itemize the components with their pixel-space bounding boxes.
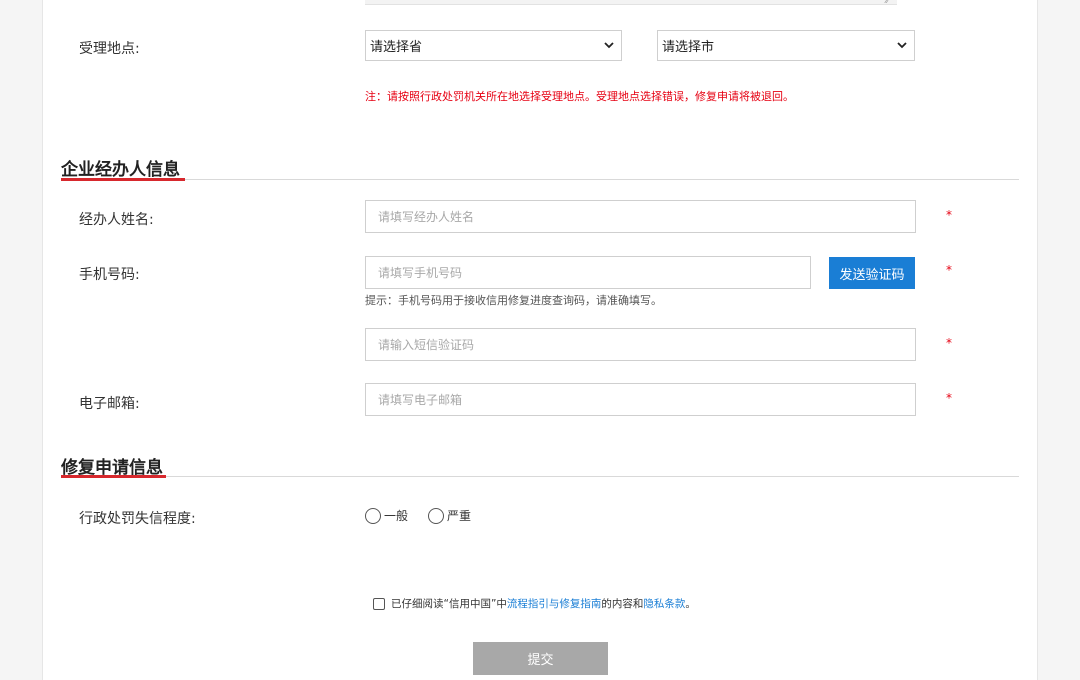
province-select[interactable]: 请选择省 bbox=[365, 30, 622, 61]
required-mark: * bbox=[946, 208, 952, 222]
location-label: 受理地点: bbox=[79, 41, 140, 57]
severity-label: 行政处罚失信程度: bbox=[79, 511, 196, 527]
privacy-link[interactable]: 隐私条款 bbox=[643, 596, 685, 611]
sms-code-placeholder: 请输入短信验证码 bbox=[378, 338, 475, 352]
sms-code-input[interactable]: 请输入短信验证码 bbox=[365, 328, 916, 361]
required-mark: * bbox=[946, 263, 952, 277]
agreement-prefix: 已仔细阅读“信用中国”中 bbox=[391, 598, 507, 610]
section-underline bbox=[61, 178, 185, 181]
agreement-checkbox[interactable] bbox=[373, 597, 385, 610]
section-divider bbox=[61, 476, 1019, 477]
province-select-value: 请选择省 bbox=[370, 40, 423, 55]
radio-general-label[interactable]: 一般 bbox=[384, 507, 408, 524]
resize-handle-icon[interactable]: ⁄⁄ bbox=[886, 0, 889, 6]
previous-textarea[interactable]: ⁄⁄ bbox=[365, 0, 897, 6]
chevron-down-icon bbox=[897, 42, 907, 49]
phone-input[interactable]: 请填写手机号码 bbox=[365, 256, 811, 289]
phone-label: 手机号码: bbox=[79, 267, 140, 283]
section-title-agent: 企业经办人信息 bbox=[61, 160, 180, 180]
email-placeholder: 请填写电子邮箱 bbox=[378, 393, 463, 407]
city-select[interactable]: 请选择市 bbox=[657, 30, 915, 61]
form-panel: ⁄⁄ 受理地点: 请选择省 请选择市 注：请按照行政处罚机关所在地选择受理地点。… bbox=[42, 0, 1038, 680]
radio-general[interactable] bbox=[365, 507, 381, 524]
phone-hint: 提示：手机号码用于接收信用修复进度查询码，请准确填写。 bbox=[365, 294, 662, 307]
section-underline bbox=[61, 475, 166, 478]
send-code-button[interactable]: 发送验证码 bbox=[829, 257, 915, 289]
section-divider bbox=[61, 179, 1019, 180]
radio-serious-label[interactable]: 严重 bbox=[447, 507, 471, 524]
agreement-middle: 的内容和 bbox=[601, 598, 644, 610]
submit-button[interactable]: 提交 bbox=[473, 642, 608, 675]
agent-name-placeholder: 请填写经办人姓名 bbox=[378, 210, 475, 224]
city-select-value: 请选择市 bbox=[662, 40, 715, 55]
agreement-row: 已仔细阅读“信用中国”中 流程指引与修复指南 的内容和 隐私条款 。 bbox=[373, 596, 696, 611]
location-note: 注：请按照行政处罚机关所在地选择受理地点。受理地点选择错误，修复申请将被退回。 bbox=[365, 90, 794, 103]
email-input[interactable]: 请填写电子邮箱 bbox=[365, 383, 916, 416]
email-label: 电子邮箱: bbox=[79, 396, 140, 412]
required-mark: * bbox=[946, 336, 952, 350]
guide-link[interactable]: 流程指引与修复指南 bbox=[507, 596, 602, 611]
phone-placeholder: 请填写手机号码 bbox=[378, 266, 463, 280]
required-mark: * bbox=[946, 391, 952, 405]
agent-name-input[interactable]: 请填写经办人姓名 bbox=[365, 200, 916, 233]
agreement-suffix: 。 bbox=[685, 598, 696, 610]
agent-name-label: 经办人姓名: bbox=[79, 212, 154, 228]
severity-radio-group: 一般 严重 bbox=[365, 507, 491, 524]
radio-serious[interactable] bbox=[428, 507, 445, 524]
chevron-down-icon bbox=[604, 42, 614, 49]
